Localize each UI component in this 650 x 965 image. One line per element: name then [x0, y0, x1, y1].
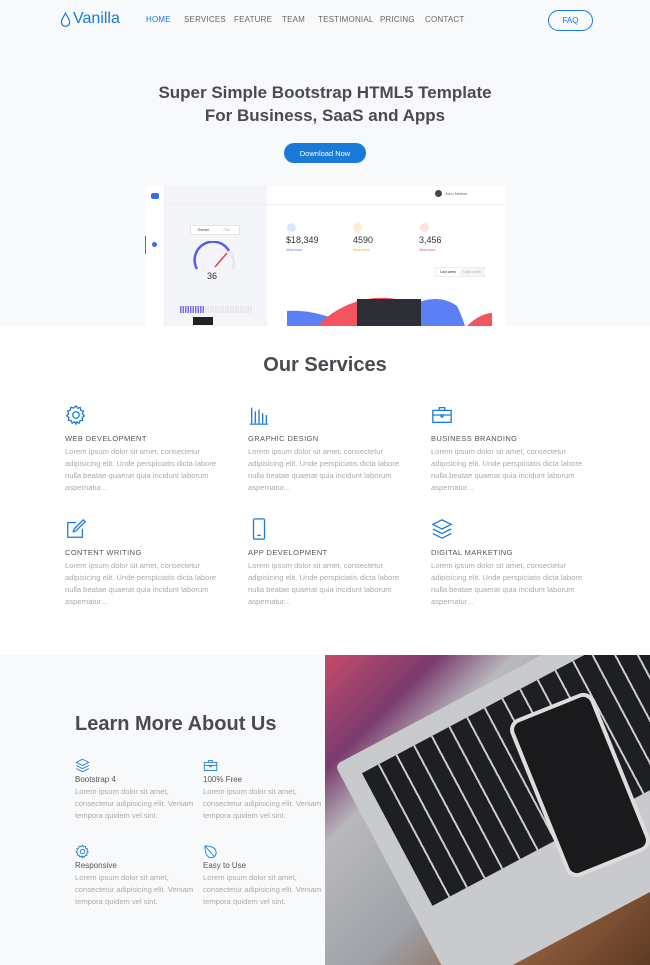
service-title: BUSINESS BRANDING: [431, 434, 518, 443]
tab-last-month[interactable]: Last month: [460, 268, 484, 276]
tab-last-week[interactable]: Last week: [436, 268, 460, 276]
service-text: Lorem ipsum dolor sit amet, consectetur …: [248, 447, 400, 492]
feature-title: Bootstrap 4: [75, 775, 116, 784]
faq-button[interactable]: FAQ: [548, 10, 593, 31]
gear-icon: [75, 844, 90, 859]
user-name: John Nelson: [445, 191, 468, 196]
hero-title-line-1: Super Simple Bootstrap HTML5 Template: [158, 83, 492, 102]
logo-icon: [151, 193, 159, 199]
nav-testimonial[interactable]: TESTIMONIAL: [318, 15, 374, 24]
service-text: Lorem ipsum dolor sit amet, consectetur …: [248, 561, 400, 606]
overall-tabs: Overall Plan: [190, 225, 240, 235]
view-more-link[interactable]: View more: [353, 248, 369, 252]
feature-item: 100% Free Lorem ipsum dolor sit amet, con…: [203, 758, 323, 820]
gear-icon: [65, 404, 87, 426]
divider: [165, 204, 505, 205]
service-text: Lorem ipsum dolor sit amet, consectetur …: [65, 447, 217, 492]
nav-feature[interactable]: FEATURE: [234, 15, 272, 24]
nav-contact[interactable]: CONTACT: [425, 15, 464, 24]
feature-text: Lorem ipsum dolor sit amet, consectetur …: [203, 787, 322, 820]
stat-value: 3,456: [419, 235, 442, 245]
view-more-link[interactable]: View more: [419, 248, 435, 252]
service-text: Lorem ipsum dolor sit amet, consectetur …: [431, 561, 583, 606]
service-title: DIGITAL MARKETING: [431, 548, 513, 557]
duration-bar: [180, 306, 252, 313]
service-title: WEB DEVELOPMENT: [65, 434, 147, 443]
tab-overall[interactable]: Overall: [191, 226, 215, 234]
layers-icon: [75, 758, 90, 773]
leaf-icon: [203, 844, 218, 859]
feature-text: Lorem ipsum dolor sit amet, consectetur …: [75, 873, 194, 906]
dashboard-left-panel: Overall Plan 36: [165, 186, 267, 326]
brand-name: Vanilla: [73, 10, 120, 27]
gauge-value: 36: [207, 271, 218, 281]
home-icon: [152, 242, 157, 247]
nav-home[interactable]: HOME: [146, 15, 171, 24]
bar-chart-icon: [248, 404, 270, 426]
feature-title: Responsive: [75, 861, 117, 870]
briefcase-icon: [203, 758, 218, 773]
mobile-icon: [248, 518, 270, 540]
briefcase-icon: [431, 404, 453, 426]
download-now-button[interactable]: Download Now: [284, 143, 366, 163]
hero-title-line-2: For Business, SaaS and Apps: [204, 106, 446, 125]
edit-icon: [65, 518, 87, 540]
feature-item: Bootstrap 4 Lorem ipsum dolor sit amet, c…: [75, 758, 195, 820]
stat-icon-blue: [287, 223, 296, 232]
feature-text: Lorem ipsum dolor sit amet, consectetur …: [75, 787, 194, 820]
about-section: Learn More About Us Bootstrap 4 Lorem ips…: [0, 655, 325, 965]
tab-plan[interactable]: Plan: [215, 226, 239, 234]
service-item: CONTENT WRITING Lorem ipsum dolor sit ame…: [65, 518, 225, 606]
range-tabs: Last week Last month: [435, 267, 485, 277]
feature-item: Easy to Use Lorem ipsum dolor sit amet, c…: [203, 844, 323, 906]
service-text: Lorem ipsum dolor sit amet, consectetur …: [65, 561, 217, 606]
drop-icon: [60, 11, 71, 27]
service-item: DIGITAL MARKETING Lorem ipsum dolor sit a…: [431, 518, 591, 606]
area-chart: [287, 297, 492, 326]
services-title: Our Services: [263, 354, 387, 376]
avatar: [435, 190, 442, 197]
gauge: [193, 241, 236, 270]
service-text: Lorem ipsum dolor sit amet, consectetur …: [431, 447, 583, 492]
services-section: Our Services WEB DEVELOPMENT Lorem ipsum …: [0, 326, 650, 655]
dashboard-sidebar: [145, 186, 165, 326]
service-title: APP DEVELOPMENT: [248, 548, 328, 557]
service-title: CONTENT WRITING: [65, 548, 142, 557]
stat-value: $18,349: [286, 235, 319, 245]
layers-icon: [431, 518, 453, 540]
nav-services[interactable]: SERVICES: [184, 15, 226, 24]
tooltip: [193, 317, 213, 325]
feature-title: Easy to Use: [203, 861, 247, 870]
feature-text: Lorem ipsum dolor sit amet, consectetur …: [203, 873, 322, 906]
service-item: APP DEVELOPMENT Lorem ipsum dolor sit ame…: [248, 518, 408, 606]
stat-icon-red: [420, 223, 429, 232]
service-item: WEB DEVELOPMENT Lorem ipsum dolor sit ame…: [65, 404, 225, 492]
laptop-photo: [325, 655, 650, 965]
stat-icon-orange: [353, 223, 362, 232]
about-title: Learn More About Us: [75, 713, 277, 735]
service-title: GRAPHIC DESIGN: [248, 434, 319, 443]
nav-team[interactable]: TEAM: [282, 15, 305, 24]
brand-logo[interactable]: Vanilla: [60, 10, 120, 28]
nav-pricing[interactable]: PRICING: [380, 15, 415, 24]
view-more-link[interactable]: View more: [286, 248, 302, 252]
stat-value: 4590: [353, 235, 374, 245]
active-indicator: [145, 236, 146, 254]
service-item: GRAPHIC DESIGN Lorem ipsum dolor sit amet…: [248, 404, 408, 492]
dashboard-preview: Overall Plan 36 John Nelson $18,349 4590…: [145, 186, 505, 326]
service-item: BUSINESS BRANDING Lorem ipsum dolor sit a…: [431, 404, 591, 492]
feature-item: Responsive Lorem ipsum dolor sit amet, co…: [75, 844, 195, 906]
feature-title: 100% Free: [203, 775, 243, 784]
